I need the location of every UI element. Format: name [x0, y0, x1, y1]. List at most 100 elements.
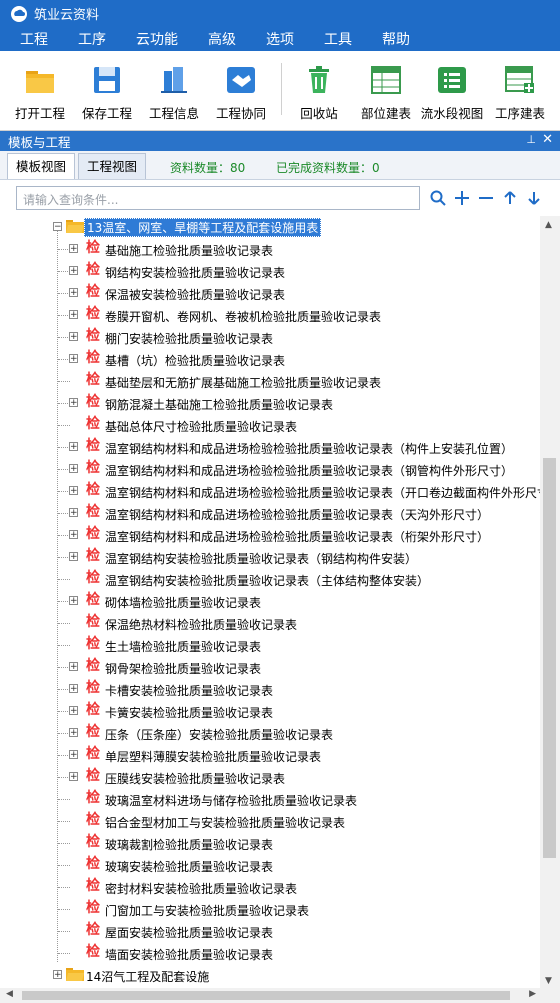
tree-item-label: 基础总体尺寸检验批质量验收记录表	[105, 420, 298, 434]
tree-item[interactable]: + 检温室钢结构安装检验批质量验收记录表（钢结构构件安装）	[0, 546, 540, 568]
tree-item-label: 温室钢结构材料和成品进场检验检验批质量验收记录表（构件上安装孔位置）	[105, 442, 514, 456]
tab-project-view[interactable]: 工程视图	[78, 153, 147, 179]
expand-icon[interactable]: +	[69, 244, 78, 254]
tree-item[interactable]: + 检钢筋混凝土基础施工检验批质量验收记录表	[0, 392, 540, 414]
scroll-left-icon[interactable]: ◀	[6, 989, 13, 999]
arrow-down-icon[interactable]	[522, 187, 546, 209]
tree-node-next[interactable]: +14沼气工程及配套设施	[0, 964, 540, 986]
expand-icon[interactable]: +	[69, 332, 78, 342]
tree-item[interactable]: 检基础总体尺寸检验批质量验收记录表	[0, 414, 540, 436]
expand-icon[interactable]: +	[69, 750, 78, 760]
expand-icon[interactable]: +	[69, 310, 78, 320]
tree-item[interactable]: + 检基础施工检验批质量验收记录表	[0, 238, 540, 260]
tree-branch-line	[58, 931, 70, 932]
tree-item[interactable]: + 检基槽（坑）检验批质量验收记录表	[0, 348, 540, 370]
menu-cloud[interactable]: 云功能	[136, 29, 178, 49]
tree-item[interactable]: + 检单层塑料薄膜安装检验批质量验收记录表	[0, 744, 540, 766]
tree-item[interactable]: 检温室钢结构安装检验批质量验收记录表（主体结构整体安装）	[0, 568, 540, 590]
expand-icon[interactable]: +	[69, 508, 78, 518]
expand-icon[interactable]: +	[69, 288, 78, 298]
menu-options[interactable]: 选项	[266, 29, 294, 49]
flow-view-button[interactable]: 流水段视图	[418, 65, 486, 122]
expand-icon[interactable]: +	[69, 442, 78, 452]
search-icon[interactable]	[426, 187, 450, 209]
expand-icon[interactable]: +	[69, 596, 78, 606]
expand-icon[interactable]: +	[69, 486, 78, 496]
expand-icon[interactable]: +	[69, 684, 78, 694]
arrow-up-icon[interactable]	[498, 187, 522, 209]
project-collab-button[interactable]: 工程协同	[207, 65, 275, 122]
expand-icon[interactable]: +	[69, 266, 78, 276]
part-table-button[interactable]: 部位建表	[352, 65, 420, 122]
project-info-button[interactable]: 工程信息	[140, 65, 208, 122]
tree-item[interactable]: 检墙面安装检验批质量验收记录表	[0, 942, 540, 964]
tree-item[interactable]: 检保温绝热材料检验批质量验收记录表	[0, 612, 540, 634]
expand-icon[interactable]: +	[69, 354, 78, 364]
tree-item[interactable]: 检门窗加工与安装检验批质量验收记录表	[0, 898, 540, 920]
tree-item[interactable]: + 检温室钢结构材料和成品进场检验检验批质量验收记录表（桁架外形尺寸）	[0, 524, 540, 546]
tree-item[interactable]: + 检卡槽安装检验批质量验收记录表	[0, 678, 540, 700]
tree-item[interactable]: 检密封材料安装检验批质量验收记录表	[0, 876, 540, 898]
tree-item-label: 单层塑料薄膜安装检验批质量验收记录表	[105, 750, 322, 764]
expand-icon[interactable]: +	[69, 662, 78, 672]
expand-icon[interactable]: +	[69, 464, 78, 474]
inspection-doc-icon: 检	[86, 438, 100, 454]
tree-item[interactable]: 检屋面安装检验批质量验收记录表	[0, 920, 540, 942]
collapse-icon[interactable]: −	[53, 222, 62, 232]
horizontal-scroll-thumb[interactable]	[22, 991, 510, 1000]
tree-item[interactable]: + 检棚门安装检验批质量验收记录表	[0, 326, 540, 348]
expand-icon[interactable]: +	[69, 530, 78, 540]
expand-icon[interactable]: +	[69, 552, 78, 562]
tab-template-view[interactable]: 模板视图	[7, 153, 76, 179]
open-project-button[interactable]: 打开工程	[6, 65, 74, 122]
tree-branch-line	[58, 821, 70, 822]
tree-node-parent[interactable]: − 13温室、网室、旱棚等工程及配套设施用表	[0, 216, 540, 238]
expand-icon[interactable]: +	[69, 772, 78, 782]
pin-icon[interactable]: ⊥	[526, 133, 536, 146]
process-table-button[interactable]: 工序建表	[486, 65, 554, 122]
expand-icon[interactable]: +	[69, 706, 78, 716]
tree-item[interactable]: + 检钢结构安装检验批质量验收记录表	[0, 260, 540, 282]
remove-icon[interactable]	[474, 187, 498, 209]
tree-item[interactable]: 检玻璃安装检验批质量验收记录表	[0, 854, 540, 876]
tree-item[interactable]: + 检压条（压条座）安装检验批质量验收记录表	[0, 722, 540, 744]
scroll-right-icon[interactable]: ▶	[529, 989, 536, 999]
tree-item[interactable]: 检基础垫层和无筋扩展基础施工检验批质量验收记录表	[0, 370, 540, 392]
tree-item[interactable]: + 检卡簧安装检验批质量验收记录表	[0, 700, 540, 722]
tree-item[interactable]: + 检卷膜开窗机、卷网机、卷被机检验批质量验收记录表	[0, 304, 540, 326]
tree-item[interactable]: 检铝合金型材加工与安装检验批质量验收记录表	[0, 810, 540, 832]
tree-item-label: 卡簧安装检验批质量验收记录表	[105, 706, 274, 720]
menu-advanced[interactable]: 高级	[208, 29, 236, 49]
menu-project[interactable]: 工程	[20, 29, 48, 49]
search-tools	[426, 187, 546, 209]
tree-item[interactable]: 检玻璃裁割检验批质量验收记录表	[0, 832, 540, 854]
tree-item[interactable]: + 检温室钢结构材料和成品进场检验检验批质量验收记录表（构件上安装孔位置）	[0, 436, 540, 458]
menu-process[interactable]: 工序	[78, 29, 106, 49]
vertical-scroll-thumb[interactable]	[543, 458, 556, 858]
save-icon	[94, 67, 120, 93]
tree-item[interactable]: + 检温室钢结构材料和成品进场检验检验批质量验收记录表（开口卷边截面构件外形尺寸）	[0, 480, 540, 502]
tree-item[interactable]: + 检温室钢结构材料和成品进场检验检验批质量验收记录表（天沟外形尺寸）	[0, 502, 540, 524]
add-icon[interactable]	[450, 187, 474, 209]
scroll-down-icon[interactable]: ▼	[545, 976, 552, 986]
tree-item[interactable]: 检玻璃温室材料进场与储存检验批质量验收记录表	[0, 788, 540, 810]
recycle-bin-button[interactable]: 回收站	[285, 65, 353, 122]
tree-item[interactable]: + 检钢骨架检验批质量验收记录表	[0, 656, 540, 678]
close-icon[interactable]: ✕	[542, 132, 553, 147]
tree-item[interactable]: + 检保温被安装检验批质量验收记录表	[0, 282, 540, 304]
scroll-up-icon[interactable]: ▲	[545, 220, 552, 230]
expand-icon[interactable]: +	[53, 970, 62, 980]
save-project-button[interactable]: 保存工程	[73, 65, 141, 122]
horizontal-scrollbar[interactable]: ◀ ▶	[0, 988, 560, 1003]
vertical-scrollbar[interactable]: ▲ ▼	[540, 216, 560, 988]
expand-icon[interactable]: +	[69, 728, 78, 738]
tree-item[interactable]: + 检温室钢结构材料和成品进场检验检验批质量验收记录表（钢管构件外形尺寸）	[0, 458, 540, 480]
tree-item[interactable]: 检生土墙检验批质量验收记录表	[0, 634, 540, 656]
menu-tools[interactable]: 工具	[324, 29, 352, 49]
inspection-doc-icon: 检	[86, 482, 100, 498]
tree-item[interactable]: + 检压膜线安装检验批质量验收记录表	[0, 766, 540, 788]
expand-icon[interactable]: +	[69, 398, 78, 408]
search-input[interactable]: 请输入查询条件...	[16, 186, 420, 210]
tree-item[interactable]: + 检砌体墙检验批质量验收记录表	[0, 590, 540, 612]
menu-help[interactable]: 帮助	[382, 29, 410, 49]
